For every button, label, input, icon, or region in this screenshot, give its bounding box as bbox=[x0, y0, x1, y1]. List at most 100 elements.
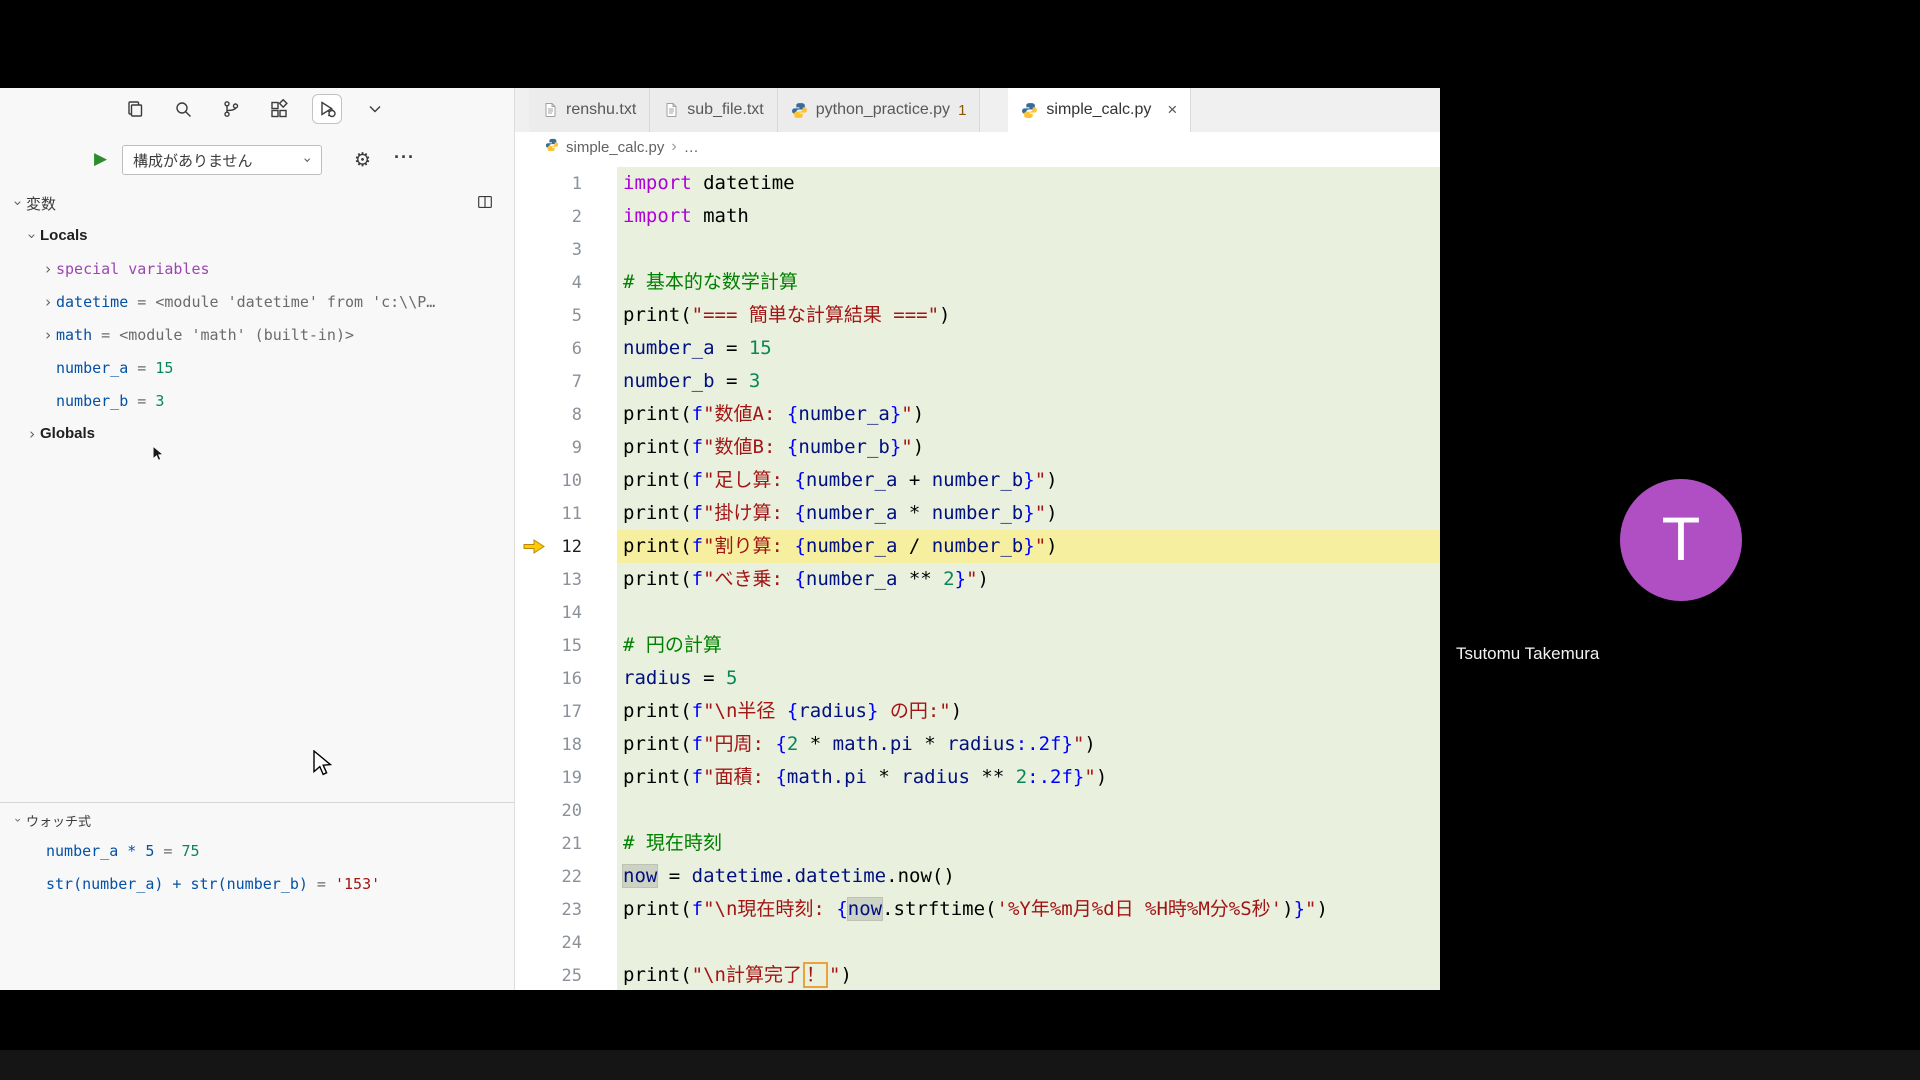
gutter[interactable]: 4 bbox=[515, 266, 617, 299]
gutter[interactable]: 10 bbox=[515, 464, 617, 497]
gutter[interactable]: 6 bbox=[515, 332, 617, 365]
gutter[interactable]: 3 bbox=[515, 233, 617, 266]
code-line-content[interactable]: print(f"数値B: {number_b}") bbox=[617, 431, 1440, 464]
tab-bar: renshu.txtsub_file.txtpython_practice.py… bbox=[515, 88, 1440, 132]
code-line-content[interactable]: number_a = 15 bbox=[617, 332, 1440, 365]
source-control-icon[interactable] bbox=[217, 95, 245, 123]
breadcrumb-file[interactable]: simple_calc.py bbox=[566, 139, 664, 156]
gutter[interactable]: 23 bbox=[515, 893, 617, 926]
variable-row[interactable]: ›math = <module 'math' (built-in)> bbox=[0, 318, 514, 351]
code-line-content[interactable]: # 現在時刻 bbox=[617, 827, 1440, 860]
run-debug-icon[interactable] bbox=[313, 95, 341, 123]
code-line-content[interactable] bbox=[617, 794, 1440, 827]
code-line: 17print(f"\n半径 {radius} の円:") bbox=[515, 695, 1440, 728]
code-line: 16radius = 5 bbox=[515, 662, 1440, 695]
gutter[interactable]: 25 bbox=[515, 959, 617, 990]
gutter[interactable]: 17 bbox=[515, 695, 617, 728]
code-line-content[interactable]: # 基本的な数学計算 bbox=[617, 266, 1440, 299]
chevron-down-icon: › bbox=[23, 228, 41, 244]
code-lines: 1 import datetime2import math3 4 # 基本的な数学計算… bbox=[515, 162, 1440, 990]
code-line-content[interactable]: number_b = 3 bbox=[617, 365, 1440, 398]
code-line-content[interactable]: print(f"\n半径 {radius} の円:") bbox=[617, 695, 1440, 728]
code-line-content[interactable] bbox=[617, 233, 1440, 266]
line-number: 19 bbox=[562, 768, 582, 788]
gutter[interactable]: 13 bbox=[515, 563, 617, 596]
code-line-content[interactable]: print(f"面積: {math.pi * radius ** 2:.2f}"… bbox=[617, 761, 1440, 794]
gutter[interactable]: 16 bbox=[515, 662, 617, 695]
code-line-content[interactable]: now = datetime.datetime.now() bbox=[617, 860, 1440, 893]
code-line: 3 bbox=[515, 233, 1440, 266]
code-line-content[interactable]: print(f"円周: {2 * math.pi * radius:.2f}") bbox=[617, 728, 1440, 761]
watch-expression-row[interactable]: str(number_a) + str(number_b) = '153' bbox=[0, 867, 514, 900]
variables-section-header[interactable]: › 変数 bbox=[0, 190, 514, 216]
code-line-content[interactable]: print(f"掛け算: {number_a * number_b}") bbox=[617, 497, 1440, 530]
code-line-content[interactable] bbox=[617, 596, 1440, 629]
variable-row[interactable]: ›Globals bbox=[0, 417, 514, 450]
code-line-content[interactable] bbox=[617, 926, 1440, 959]
search-icon[interactable] bbox=[169, 95, 197, 123]
variable-row[interactable]: number_a = 15 bbox=[0, 351, 514, 384]
tab-simple_calc.py[interactable]: simple_calc.py× bbox=[1008, 88, 1191, 132]
split-editor-icon[interactable] bbox=[476, 193, 494, 215]
gutter[interactable]: 12 bbox=[515, 530, 617, 563]
code-line-content[interactable]: print(f"数値A: {number_a}") bbox=[617, 398, 1440, 431]
gutter[interactable]: 9 bbox=[515, 431, 617, 464]
watch-header-label: ウォッチ式 bbox=[26, 811, 91, 830]
code-line-content[interactable]: import datetime bbox=[617, 167, 1440, 200]
watch-expression-row[interactable]: number_a * 5 = 75 bbox=[0, 834, 514, 867]
gutter[interactable]: 24 bbox=[515, 926, 617, 959]
copy-icon[interactable] bbox=[121, 95, 149, 123]
gutter[interactable]: 20 bbox=[515, 794, 617, 827]
code-line: 7 number_b = 3 bbox=[515, 365, 1440, 398]
line-number: 7 bbox=[572, 372, 582, 392]
variable-row[interactable]: ›datetime = <module 'datetime' from 'c:\… bbox=[0, 285, 514, 318]
tab-python_practice.py[interactable]: python_practice.py1 bbox=[778, 88, 981, 132]
line-number: 9 bbox=[572, 438, 582, 458]
code-line-content[interactable]: # 円の計算 bbox=[617, 629, 1440, 662]
variable-row[interactable]: number_b = 3 bbox=[0, 384, 514, 417]
breadcrumb-more[interactable]: … bbox=[684, 139, 699, 156]
line-number: 4 bbox=[572, 273, 582, 293]
gutter[interactable]: 22 bbox=[515, 860, 617, 893]
gutter[interactable]: 1 bbox=[515, 167, 617, 200]
extensions-icon[interactable] bbox=[265, 95, 293, 123]
debug-config-dropdown[interactable]: 構成がありません › bbox=[122, 145, 322, 175]
code-line: 19 print(f"面積: {math.pi * radius ** 2:.2f… bbox=[515, 761, 1440, 794]
gutter[interactable]: 8 bbox=[515, 398, 617, 431]
gutter[interactable]: 11 bbox=[515, 497, 617, 530]
code-line-content[interactable]: import math bbox=[617, 200, 1440, 233]
code-line-content[interactable]: radius = 5 bbox=[617, 662, 1440, 695]
chevron-right-icon: › bbox=[40, 260, 56, 278]
python-file-icon bbox=[1021, 102, 1038, 119]
chevron-down-icon[interactable] bbox=[361, 95, 389, 123]
code-line-content[interactable]: print(f"べき乗: {number_a ** 2}") bbox=[617, 563, 1440, 596]
settings-gear-icon[interactable]: ⚙ bbox=[354, 149, 371, 171]
gutter[interactable]: 21 bbox=[515, 827, 617, 860]
variable-row[interactable]: ›Locals bbox=[0, 219, 514, 252]
close-tab-icon[interactable]: × bbox=[1167, 100, 1177, 120]
code-line-content[interactable]: print(f"\n現在時刻: {now.strftime('%Y年%m月%d日… bbox=[617, 893, 1440, 926]
gutter[interactable]: 18 bbox=[515, 728, 617, 761]
line-number: 1 bbox=[572, 174, 582, 194]
gutter[interactable]: 14 bbox=[515, 596, 617, 629]
gutter[interactable]: 7 bbox=[515, 365, 617, 398]
code-line: 15# 円の計算 bbox=[515, 629, 1440, 662]
secondary-mouse-cursor bbox=[152, 446, 166, 461]
gutter[interactable]: 15 bbox=[515, 629, 617, 662]
more-actions-icon[interactable]: ··· bbox=[394, 147, 415, 168]
debug-start-button[interactable]: ▶ bbox=[94, 149, 107, 169]
tab-renshu.txt[interactable]: renshu.txt bbox=[529, 88, 650, 132]
gutter[interactable]: 5 bbox=[515, 299, 617, 332]
code-line-content[interactable]: print(f"足し算: {number_a + number_b}") bbox=[617, 464, 1440, 497]
variable-row[interactable]: ›special variables bbox=[0, 252, 514, 285]
gutter[interactable]: 19 bbox=[515, 761, 617, 794]
line-number: 13 bbox=[562, 570, 582, 590]
gutter[interactable]: 2 bbox=[515, 200, 617, 233]
code-line-content[interactable]: print("\n計算完了！") bbox=[617, 959, 1440, 990]
tab-sub_file.txt[interactable]: sub_file.txt bbox=[650, 88, 777, 132]
watch-section-header[interactable]: › ウォッチ式 bbox=[0, 808, 91, 832]
code-line-content[interactable]: print(f"割り算: {number_a / number_b}") bbox=[617, 530, 1440, 563]
code-line: 1 import datetime bbox=[515, 167, 1440, 200]
code-line-content[interactable]: print("=== 簡単な計算結果 ===") bbox=[617, 299, 1440, 332]
breadcrumb[interactable]: simple_calc.py › … bbox=[515, 132, 1440, 162]
